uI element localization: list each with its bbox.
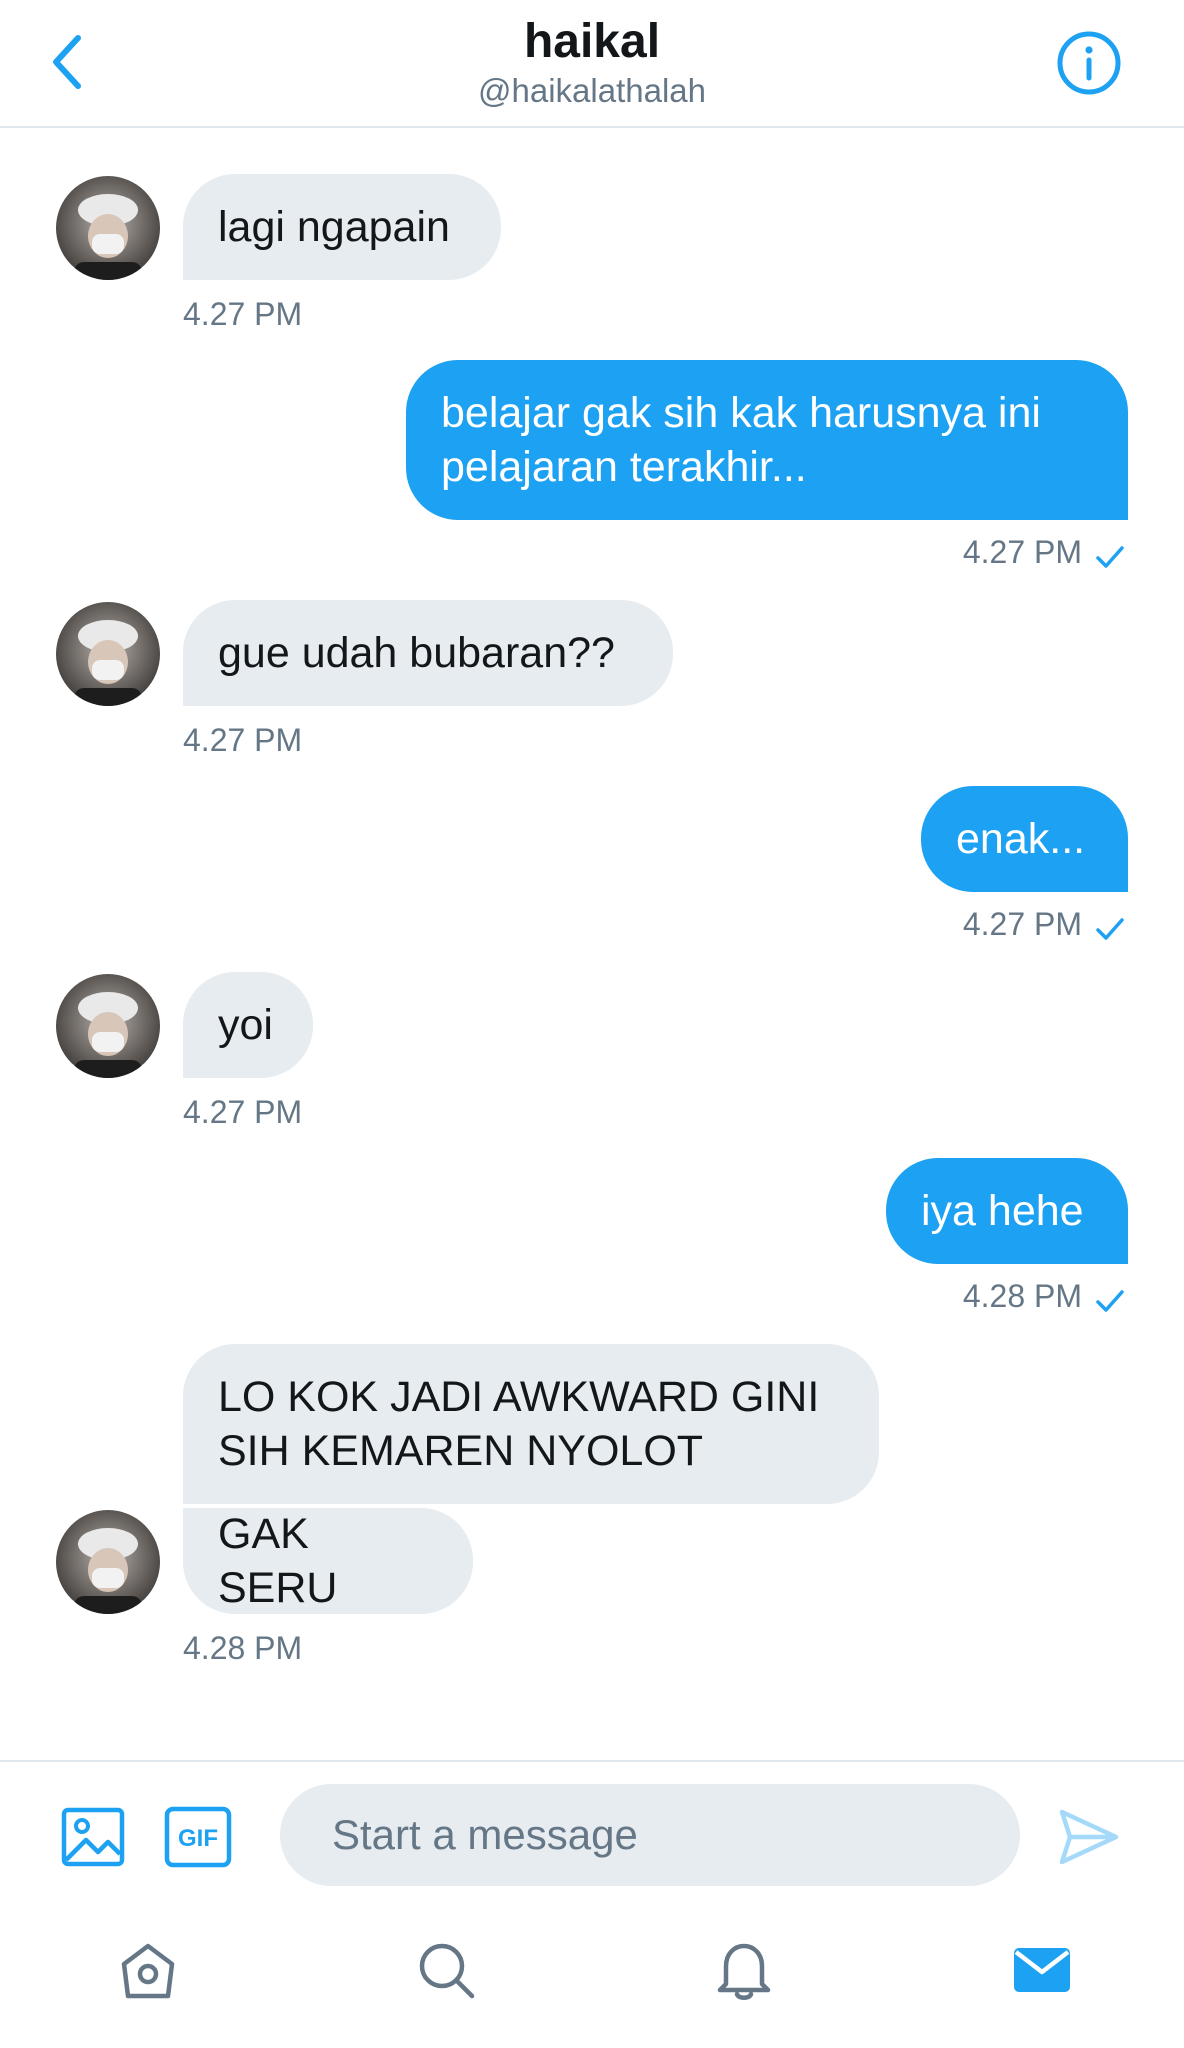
message-bubble-outgoing[interactable]: enak... [921,786,1128,892]
avatar[interactable] [56,176,160,280]
avatar[interactable] [56,974,160,1078]
add-gif-button[interactable]: GIF [164,1804,232,1875]
message-bubble-incoming[interactable]: gue udah bubaran?? [183,600,673,706]
tab-messages[interactable] [1002,1930,1082,2010]
message-timestamp: 4.27 PM [962,534,1082,570]
info-button[interactable] [1056,30,1122,96]
sent-check-icon [1096,1290,1124,1312]
send-icon [1059,1809,1119,1865]
message-input[interactable] [280,1784,1020,1886]
message-timestamp: 4.28 PM [183,1630,303,1666]
info-icon [1057,31,1121,95]
message-timestamp: 4.27 PM [183,722,303,758]
home-icon [121,1943,175,1999]
message-timestamp: 4.27 PM [183,1094,303,1130]
message-timestamp: 4.27 PM [183,296,303,332]
gif-icon: GIF [164,1806,232,1868]
tab-search[interactable] [406,1930,486,2010]
avatar[interactable] [56,602,160,706]
message-bubble-incoming[interactable]: yoi [183,972,313,1078]
gif-label: GIF [178,1825,218,1852]
message-bubble-incoming[interactable]: GAK SERU [183,1508,473,1614]
sent-check-icon [1096,918,1124,940]
conversation-handle: @haikalathalah [478,72,706,109]
image-icon [61,1807,125,1867]
message-bubble-outgoing[interactable]: iya hehe [886,1158,1128,1264]
search-icon [419,1943,475,1999]
add-photo-button[interactable] [60,1804,126,1875]
conversation-title: haikal [523,15,661,68]
bottom-tab-bar [0,1900,1184,2048]
message-timestamp: 4.28 PM [962,1278,1082,1314]
message-bubble-incoming[interactable]: lagi ngapain [183,174,501,280]
sent-check-icon [1096,546,1124,568]
tab-notifications[interactable] [704,1930,784,2010]
message-timestamp: 4.27 PM [962,906,1082,942]
conversation-header: haikal @haikalathalah [0,0,1184,128]
avatar[interactable] [56,1510,160,1614]
send-button[interactable] [1058,1806,1120,1873]
message-composer: GIF [0,1760,1184,1902]
tab-home[interactable] [108,1930,188,2010]
message-bubble-incoming[interactable]: LO KOK JADI AWKWARD GINI SIH KEMAREN NYO… [183,1344,879,1504]
message-bubble-outgoing[interactable]: belajar gak sih kak harusnya ini pelajar… [406,360,1128,520]
messages-icon [1014,1948,1070,1992]
notifications-icon [717,1943,771,2000]
